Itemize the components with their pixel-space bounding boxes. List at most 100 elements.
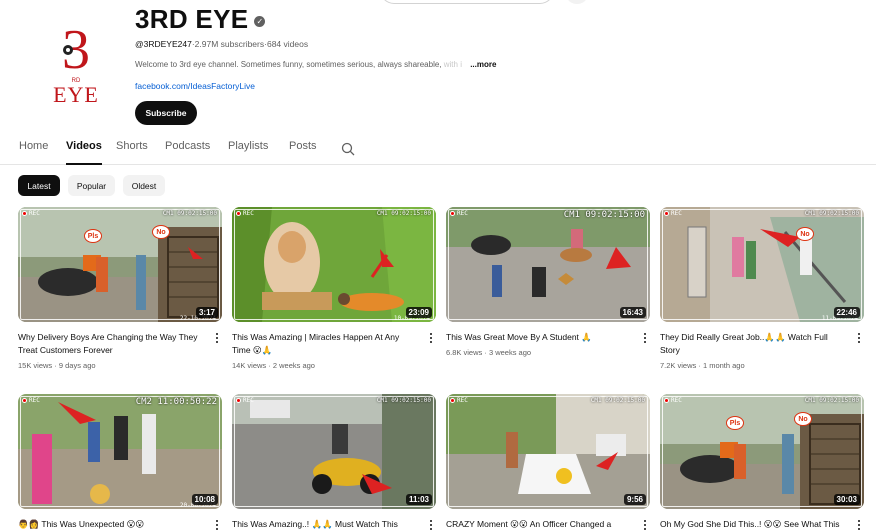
- view-count: 7.2K views: [660, 361, 697, 370]
- rec-indicator: REC: [664, 210, 682, 217]
- description-fade: with i: [441, 60, 462, 69]
- channel-avatar[interactable]: 3 RD EYE: [38, 18, 114, 112]
- video-thumbnail[interactable]: REC CM1 09:02:15:00 9:56: [446, 394, 650, 509]
- search-box[interactable]: [380, 0, 554, 4]
- description-text: Welcome to 3rd eye channel. Sometimes fu…: [135, 60, 442, 69]
- cam-timestamp: CM1 09:02:15:00: [162, 210, 217, 217]
- record-dot-icon: [450, 211, 455, 216]
- more-vert-icon[interactable]: [856, 519, 862, 531]
- tab-podcasts[interactable]: Podcasts: [165, 140, 210, 165]
- video-duration: 30:03: [833, 494, 860, 505]
- subscriber-count: 2.97M subscribers: [194, 39, 265, 49]
- record-dot-icon: [236, 211, 241, 216]
- video-title[interactable]: They Did Really Great Job..🙏🙏 Watch Full…: [660, 331, 848, 357]
- video-thumbnail[interactable]: REC CM1 09:02:15:00 No 11-09-2024 22:46: [660, 207, 864, 322]
- video-card[interactable]: REC CM1 09:02:15:00 10-09-2024 23:09 Thi…: [232, 207, 436, 370]
- record-dot-icon: [664, 398, 669, 403]
- video-title[interactable]: CRAZY Moment 😮😮 An Officer Changed a: [446, 518, 634, 531]
- video-card[interactable]: REC CM1 09:02:15:00 9:56 CRAZY Moment 😮😮…: [446, 394, 650, 530]
- tab-videos[interactable]: Videos: [66, 140, 102, 165]
- rec-indicator: REC: [22, 397, 40, 404]
- video-meta: 15K views · 9 days ago: [18, 361, 96, 370]
- tab-posts[interactable]: Posts: [289, 140, 317, 165]
- record-dot-icon: [450, 398, 455, 403]
- video-meta: 7.2K views · 1 month ago: [660, 361, 745, 370]
- video-title[interactable]: Why Delivery Boys Are Changing the Way T…: [18, 331, 206, 357]
- cam-timestamp: CM1 09:02:15:00: [563, 210, 645, 220]
- video-count: 684 videos: [266, 39, 309, 49]
- more-vert-icon[interactable]: [214, 519, 220, 531]
- chip-popular[interactable]: Popular: [68, 175, 115, 196]
- rec-indicator: REC: [450, 210, 468, 217]
- voice-search-button[interactable]: [566, 0, 588, 4]
- video-duration: 23:09: [405, 307, 432, 318]
- channel-videos-page: 3 RD EYE 3RD EYE ✓ @3RDEYE247 · 2.97M su…: [0, 0, 876, 531]
- video-thumbnail[interactable]: REC CM1 09:02:15:00 Pls No 22-10-2024 3:…: [18, 207, 222, 322]
- more-vert-icon[interactable]: [642, 519, 648, 531]
- more-vert-icon[interactable]: [214, 332, 220, 344]
- more-link[interactable]: ...more: [470, 60, 496, 69]
- speech-bubble: No: [794, 412, 812, 426]
- channel-meta: @3RDEYE247 · 2.97M subscribers · 684 vid…: [135, 39, 308, 49]
- tab-shorts[interactable]: Shorts: [116, 140, 148, 165]
- channel-name: 3RD EYE: [135, 4, 249, 34]
- view-count: 14K views: [232, 361, 267, 370]
- cam-timestamp: CM1 09:02:15:00: [804, 397, 859, 404]
- more-vert-icon[interactable]: [642, 332, 648, 344]
- video-duration: 3:17: [195, 307, 218, 318]
- video-thumbnail[interactable]: REC CM1 09:02:15:00 10-09-2024 23:09: [232, 207, 436, 322]
- more-vert-icon[interactable]: [856, 332, 862, 344]
- view-count: 6.8K views: [446, 348, 483, 357]
- video-title[interactable]: This Was Amazing | Miracles Happen At An…: [232, 331, 420, 357]
- record-dot-icon: [22, 211, 27, 216]
- video-card[interactable]: REC CM1 09:02:15:00 16:43 This Was Great…: [446, 207, 650, 357]
- upload-age: 3 weeks ago: [488, 348, 532, 357]
- video-duration: 10:08: [191, 494, 218, 505]
- logo-eye-text: EYE: [53, 82, 99, 107]
- video-title[interactable]: Oh My God She Did This..! 😮😮 See What Th…: [660, 518, 848, 531]
- video-title[interactable]: This Was Amazing..! 🙏🙏 Must Watch This: [232, 518, 420, 531]
- speech-bubble: Pls: [84, 229, 102, 243]
- cam-timestamp: CM1 09:02:15:00: [376, 210, 431, 217]
- rec-indicator: REC: [236, 210, 254, 217]
- channel-description[interactable]: Welcome to 3rd eye channel. Sometimes fu…: [135, 60, 535, 69]
- channel-logo: 3 RD EYE: [53, 19, 99, 107]
- video-thumbnail[interactable]: REC CM1 09:02:15:00 11:03: [232, 394, 436, 509]
- subscribe-button[interactable]: Subscribe: [135, 101, 197, 125]
- more-vert-icon[interactable]: [428, 332, 434, 344]
- cam-timestamp: CM1 09:02:15:00: [804, 210, 859, 217]
- cam-timestamp: CM1 09:02:15:00: [376, 397, 431, 404]
- video-card[interactable]: REC CM2 11:00:50:22 20-08-2024 10:08 👨‍👩…: [18, 394, 222, 530]
- video-thumbnail[interactable]: REC CM1 09:02:15:00 16:43: [446, 207, 650, 322]
- video-title[interactable]: This Was Great Move By A Student 🙏: [446, 331, 634, 344]
- chip-oldest[interactable]: Oldest: [123, 175, 165, 196]
- video-thumbnail[interactable]: REC CM2 11:00:50:22 20-08-2024 10:08: [18, 394, 222, 509]
- search-icon[interactable]: [341, 142, 355, 156]
- video-duration: 16:43: [619, 307, 646, 318]
- channel-external-link[interactable]: facebook.com/IdeasFactoryLive: [135, 81, 255, 91]
- video-thumbnail[interactable]: REC CM1 09:02:15:00 Pls No 30:03: [660, 394, 864, 509]
- speech-bubble: No: [796, 227, 814, 241]
- video-card[interactable]: REC CM1 09:02:15:00 Pls No 30:03 Oh My G…: [660, 394, 864, 530]
- speech-bubble: Pls: [726, 416, 744, 430]
- video-duration: 11:03: [405, 494, 432, 505]
- video-meta: 14K views · 2 weeks ago: [232, 361, 315, 370]
- tab-home[interactable]: Home: [19, 140, 48, 165]
- video-card[interactable]: REC CM1 09:02:15:00 Pls No 22-10-2024 3:…: [18, 207, 222, 370]
- channel-tabs: Home Videos Shorts Podcasts Playlists Po…: [0, 132, 876, 165]
- rec-indicator: REC: [664, 397, 682, 404]
- video-title[interactable]: 👨‍👩 This Was Unexpected 😮😮: [18, 518, 206, 531]
- video-card[interactable]: REC CM1 09:02:15:00 11:03 This Was Amazi…: [232, 394, 436, 530]
- upload-age: 1 month ago: [702, 361, 745, 370]
- video-card[interactable]: REC CM1 09:02:15:00 No 11-09-2024 22:46 …: [660, 207, 864, 370]
- video-duration: 9:56: [623, 494, 646, 505]
- record-dot-icon: [22, 398, 27, 403]
- chip-latest[interactable]: Latest: [18, 175, 60, 196]
- upload-age: 2 weeks ago: [272, 361, 315, 370]
- record-dot-icon: [236, 398, 241, 403]
- more-vert-icon[interactable]: [428, 519, 434, 531]
- upload-age: 9 days ago: [58, 361, 96, 370]
- tab-playlists[interactable]: Playlists: [228, 140, 268, 165]
- video-meta: 6.8K views · 3 weeks ago: [446, 348, 532, 357]
- cam-timestamp: CM2 11:00:50:22: [135, 397, 217, 407]
